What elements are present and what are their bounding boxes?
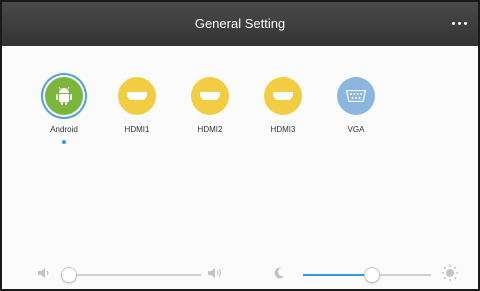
sun-icon <box>441 264 459 287</box>
volume-slider-thumb[interactable] <box>61 267 77 283</box>
bottom-slider-bar <box>2 260 478 288</box>
more-dots-icon <box>451 21 455 25</box>
source-vga[interactable]: VGA <box>326 77 386 144</box>
selected-indicator <box>135 140 139 144</box>
volume-low-icon <box>37 266 51 285</box>
source-label: HDMI2 <box>197 125 223 134</box>
brightness-slider-fill <box>303 274 372 276</box>
source-android[interactable]: Android <box>34 77 94 144</box>
selected-indicator <box>208 140 212 144</box>
moon-icon <box>272 266 286 285</box>
selected-indicator <box>281 140 285 144</box>
title-bar: General Setting <box>2 2 478 46</box>
vga-port-icon <box>337 77 375 115</box>
source-label: Android <box>50 125 78 134</box>
selected-indicator <box>62 140 66 144</box>
brightness-slider[interactable] <box>303 267 431 283</box>
page-title: General Setting <box>194 16 286 31</box>
hdmi-port-icon <box>118 77 156 115</box>
settings-window: General Setting Android HDMI1 HDMI2 HDMI… <box>0 0 480 291</box>
source-hdmi1[interactable]: HDMI1 <box>107 77 167 144</box>
volume-slider[interactable] <box>61 267 201 283</box>
source-label: HDMI3 <box>270 125 296 134</box>
source-hdmi3[interactable]: HDMI3 <box>253 77 313 144</box>
source-label: HDMI1 <box>124 125 150 134</box>
hdmi-port-icon <box>264 77 302 115</box>
source-label: VGA <box>347 125 365 134</box>
input-source-list: Android HDMI1 HDMI2 HDMI3 VGA <box>34 77 399 144</box>
android-icon <box>45 77 83 115</box>
hdmi-port-icon <box>191 77 229 115</box>
volume-high-icon <box>207 266 223 285</box>
source-hdmi2[interactable]: HDMI2 <box>180 77 240 144</box>
brightness-slider-thumb[interactable] <box>364 267 380 283</box>
selected-indicator <box>354 140 358 144</box>
more-options-button[interactable] <box>446 12 472 34</box>
